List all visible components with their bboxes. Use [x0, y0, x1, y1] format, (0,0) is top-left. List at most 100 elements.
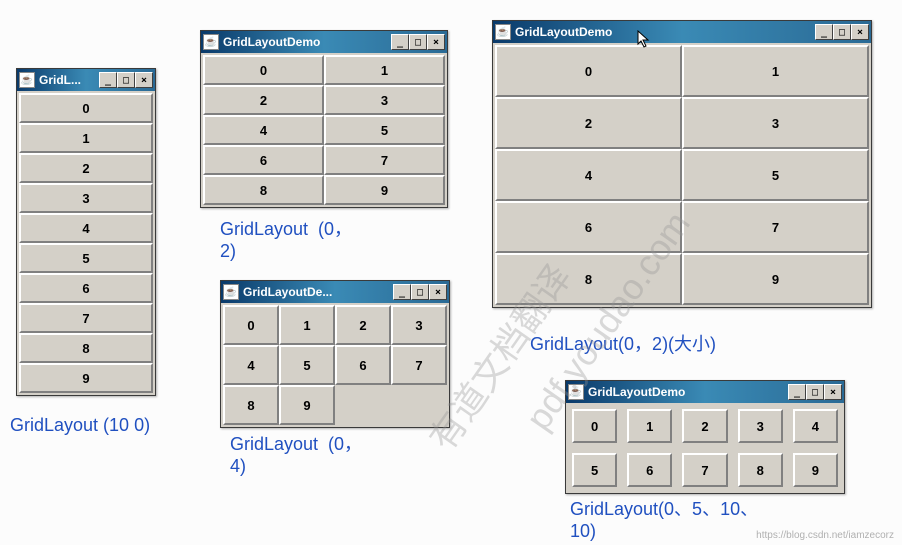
grid-button-6[interactable]: 6	[19, 273, 153, 303]
grid-button-1[interactable]: 1	[682, 45, 869, 97]
grid-button-5[interactable]: 5	[324, 115, 445, 145]
grid-button-4[interactable]: 4	[223, 345, 279, 385]
grid-button-7[interactable]: 7	[391, 345, 447, 385]
java-icon: ☕	[495, 24, 511, 40]
window-controls: _ □ ×	[393, 284, 447, 300]
grid-button-1[interactable]: 1	[627, 409, 672, 443]
window-title: GridLayoutDemo	[515, 25, 811, 39]
caption-0-2-large: GridLayout(0，2)(大小)	[530, 330, 716, 356]
java-icon: ☕	[568, 384, 584, 400]
grid-button-7[interactable]: 7	[19, 303, 153, 333]
grid-button-3[interactable]: 3	[324, 85, 445, 115]
grid-button-4[interactable]: 4	[19, 213, 153, 243]
grid-button-1[interactable]: 1	[324, 55, 445, 85]
minimize-button[interactable]: _	[393, 284, 411, 300]
grid: 0 1 2 3 4 5 6 7 8 9	[572, 409, 838, 487]
grid-button-0[interactable]: 0	[19, 93, 153, 123]
empty-cell	[335, 385, 391, 425]
grid-button-7[interactable]: 7	[682, 453, 727, 487]
window-gridlayout-0-2-large: ☕ GridLayoutDemo _ □ × 0 1 2 3 4 5 6 7 8…	[492, 20, 872, 308]
close-button[interactable]: ×	[135, 72, 153, 88]
grid-button-6[interactable]: 6	[335, 345, 391, 385]
maximize-button[interactable]: □	[806, 384, 824, 400]
grid-button-4[interactable]: 4	[203, 115, 324, 145]
grid-button-4[interactable]: 4	[793, 409, 838, 443]
grid-button-0[interactable]: 0	[495, 45, 682, 97]
titlebar[interactable]: ☕ GridLayoutDemo _ □ ×	[566, 381, 844, 403]
window-gridlayout-0-5-10-10: ☕ GridLayoutDemo _ □ × 0 1 2 3 4 5 6 7 8…	[565, 380, 845, 494]
grid-button-0[interactable]: 0	[572, 409, 617, 443]
minimize-button[interactable]: _	[788, 384, 806, 400]
minimize-button[interactable]: _	[391, 34, 409, 50]
grid-button-9[interactable]: 9	[682, 253, 869, 305]
minimize-button[interactable]: _	[815, 24, 833, 40]
grid-button-3[interactable]: 3	[682, 97, 869, 149]
grid-button-2[interactable]: 2	[495, 97, 682, 149]
close-button[interactable]: ×	[824, 384, 842, 400]
grid-button-1[interactable]: 1	[279, 305, 335, 345]
close-button[interactable]: ×	[427, 34, 445, 50]
grid-button-8[interactable]: 8	[495, 253, 682, 305]
maximize-button[interactable]: □	[411, 284, 429, 300]
grid-button-1[interactable]: 1	[19, 123, 153, 153]
grid-button-5[interactable]: 5	[279, 345, 335, 385]
grid: 0 1 2 3 4 5 6 7 8 9	[223, 305, 447, 425]
grid-button-2[interactable]: 2	[203, 85, 324, 115]
window-controls: _ □ ×	[788, 384, 842, 400]
grid-button-7[interactable]: 7	[682, 201, 869, 253]
grid-button-2[interactable]: 2	[335, 305, 391, 345]
grid: 0 1 2 3 4 5 6 7 8 9	[19, 93, 153, 393]
window-controls: _ □ ×	[99, 72, 153, 88]
titlebar[interactable]: ☕ GridL... _ □ ×	[17, 69, 155, 91]
grid-button-8[interactable]: 8	[223, 385, 279, 425]
grid-button-5[interactable]: 5	[572, 453, 617, 487]
grid-button-9[interactable]: 9	[793, 453, 838, 487]
grid-button-4[interactable]: 4	[495, 149, 682, 201]
grid-button-3[interactable]: 3	[391, 305, 447, 345]
grid-button-0[interactable]: 0	[203, 55, 324, 85]
java-icon: ☕	[223, 284, 239, 300]
grid-button-8[interactable]: 8	[203, 175, 324, 205]
close-button[interactable]: ×	[851, 24, 869, 40]
minimize-button[interactable]: _	[99, 72, 117, 88]
window-gridlayout-10-0: ☕ GridL... _ □ × 0 1 2 3 4 5 6 7 8 9	[16, 68, 156, 396]
grid-button-6[interactable]: 6	[627, 453, 672, 487]
grid-button-9[interactable]: 9	[279, 385, 335, 425]
titlebar[interactable]: ☕ GridLayoutDemo _ □ ×	[201, 31, 447, 53]
grid-button-8[interactable]: 8	[738, 453, 783, 487]
maximize-button[interactable]: □	[117, 72, 135, 88]
java-icon: ☕	[19, 72, 35, 88]
window-gridlayout-0-4: ☕ GridLayoutDe... _ □ × 0 1 2 3 4 5 6 7 …	[220, 280, 450, 428]
grid-button-7[interactable]: 7	[324, 145, 445, 175]
empty-cell	[391, 385, 447, 425]
window-controls: _ □ ×	[391, 34, 445, 50]
window-title: GridLayoutDemo	[588, 385, 784, 399]
titlebar[interactable]: ☕ GridLayoutDe... _ □ ×	[221, 281, 449, 303]
grid-button-2[interactable]: 2	[19, 153, 153, 183]
maximize-button[interactable]: □	[833, 24, 851, 40]
titlebar[interactable]: ☕ GridLayoutDemo _ □ ×	[493, 21, 871, 43]
grid-button-5[interactable]: 5	[682, 149, 869, 201]
grid-button-6[interactable]: 6	[203, 145, 324, 175]
window-title: GridL...	[39, 73, 95, 87]
grid: 0 1 2 3 4 5 6 7 8 9	[203, 55, 445, 205]
caption-0-4: GridLayout (0， 4)	[230, 430, 410, 477]
window-title: GridLayoutDemo	[223, 35, 387, 49]
grid-button-2[interactable]: 2	[682, 409, 727, 443]
grid-button-5[interactable]: 5	[19, 243, 153, 273]
grid-button-0[interactable]: 0	[223, 305, 279, 345]
maximize-button[interactable]: □	[409, 34, 427, 50]
window-controls: _ □ ×	[815, 24, 869, 40]
caption-10-0: GridLayout (10 0)	[10, 415, 150, 436]
attribution: https://blog.csdn.net/iamzecorz	[756, 530, 894, 541]
grid-button-9[interactable]: 9	[324, 175, 445, 205]
close-button[interactable]: ×	[429, 284, 447, 300]
window-gridlayout-0-2: ☕ GridLayoutDemo _ □ × 0 1 2 3 4 5 6 7 8…	[200, 30, 448, 208]
grid: 0 1 2 3 4 5 6 7 8 9	[495, 45, 869, 305]
grid-button-9[interactable]: 9	[19, 363, 153, 393]
window-title: GridLayoutDe...	[243, 285, 389, 299]
grid-button-3[interactable]: 3	[738, 409, 783, 443]
grid-button-3[interactable]: 3	[19, 183, 153, 213]
grid-button-8[interactable]: 8	[19, 333, 153, 363]
grid-button-6[interactable]: 6	[495, 201, 682, 253]
